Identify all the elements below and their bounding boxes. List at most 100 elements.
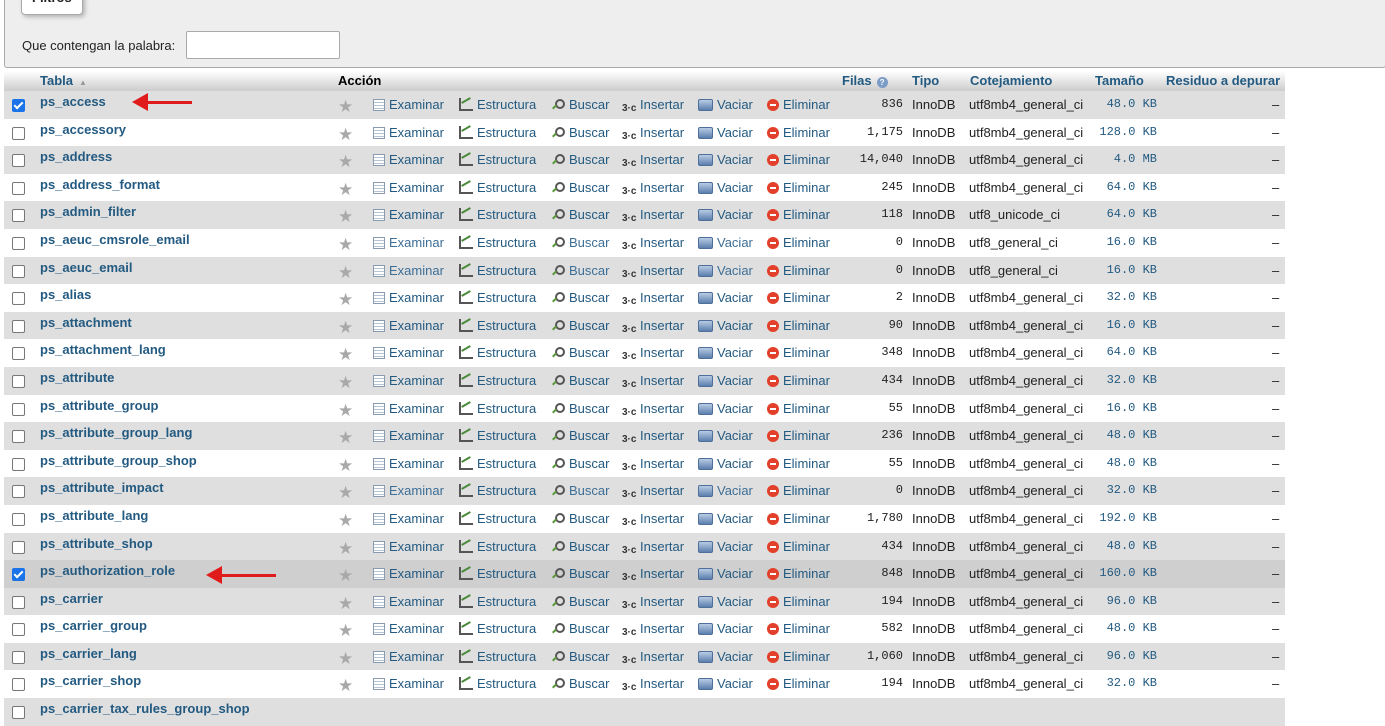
row-checkbox[interactable]: [12, 650, 25, 664]
insert-action[interactable]: 3·c Insertar: [622, 312, 684, 339]
table-name-link[interactable]: ps_attribute_group_shop: [40, 447, 197, 474]
drop-action[interactable]: Eliminar: [767, 643, 830, 670]
empty-action[interactable]: Vaciar: [698, 533, 753, 560]
drop-action[interactable]: Eliminar: [767, 615, 830, 642]
table-row[interactable]: ps_admin_filter ★ Examinar Estructura Buscar…: [4, 201, 1285, 229]
table-size[interactable]: 48.0 KB: [1094, 533, 1157, 560]
structure-action[interactable]: Estructura: [459, 91, 536, 118]
table-size[interactable]: 48.0 KB: [1094, 615, 1157, 642]
table-row[interactable]: ps_attribute ★ Examinar Estructura Buscar 3·c…: [4, 366, 1285, 395]
search-action[interactable]: Buscar: [551, 312, 609, 339]
favorite-star-icon[interactable]: ★: [338, 314, 353, 341]
empty-action[interactable]: Vaciar: [698, 119, 753, 146]
browse-action[interactable]: Examinar: [373, 450, 444, 477]
table-name-link[interactable]: ps_alias: [40, 281, 91, 308]
structure-action[interactable]: Estructura: [459, 174, 536, 201]
row-checkbox[interactable]: [12, 595, 25, 609]
empty-action[interactable]: Vaciar: [698, 339, 753, 366]
favorite-star-icon[interactable]: ★: [338, 286, 353, 313]
empty-action[interactable]: Vaciar: [698, 643, 753, 670]
insert-action[interactable]: 3·c Insertar: [622, 505, 684, 532]
insert-action[interactable]: 3·c Insertar: [622, 201, 684, 228]
browse-action[interactable]: Examinar: [373, 339, 444, 366]
drop-action[interactable]: Eliminar: [767, 505, 830, 532]
search-action[interactable]: Buscar: [551, 339, 609, 366]
structure-action[interactable]: Estructura: [459, 615, 536, 642]
table-row[interactable]: ps_attribute_group ★ Examinar Estructura Bus…: [4, 394, 1285, 423]
empty-action[interactable]: Vaciar: [698, 560, 753, 587]
row-checkbox[interactable]: [12, 154, 25, 168]
insert-action[interactable]: 3·c Insertar: [622, 91, 684, 118]
empty-action[interactable]: Vaciar: [698, 201, 753, 228]
insert-action[interactable]: 3·c Insertar: [622, 422, 684, 449]
help-icon[interactable]: ?: [876, 77, 888, 88]
table-name-link[interactable]: ps_attribute_shop: [40, 530, 153, 557]
browse-action[interactable]: Examinar: [373, 560, 444, 587]
favorite-star-icon[interactable]: ★: [338, 203, 353, 230]
search-action[interactable]: Buscar: [551, 643, 609, 670]
header-tipo[interactable]: Tipo: [912, 73, 939, 89]
drop-action[interactable]: Eliminar: [767, 670, 830, 697]
drop-action[interactable]: Eliminar: [767, 560, 830, 587]
empty-action[interactable]: Vaciar: [698, 477, 753, 504]
drop-action[interactable]: Eliminar: [767, 119, 830, 146]
favorite-star-icon[interactable]: ★: [338, 562, 353, 589]
table-name-link[interactable]: ps_carrier_shop: [40, 667, 141, 694]
table-name-link[interactable]: ps_carrier_group: [40, 612, 147, 639]
drop-action[interactable]: Eliminar: [767, 588, 830, 615]
row-checkbox[interactable]: [12, 706, 25, 720]
insert-action[interactable]: 3·c Insertar: [622, 588, 684, 615]
drop-action[interactable]: Eliminar: [767, 477, 830, 504]
row-checkbox[interactable]: [12, 292, 25, 306]
drop-action[interactable]: Eliminar: [767, 395, 830, 422]
row-checkbox[interactable]: [12, 540, 25, 554]
table-size[interactable]: 96.0 KB: [1094, 643, 1157, 670]
row-checkbox[interactable]: [12, 181, 25, 195]
table-name-link[interactable]: ps_authorization_role: [40, 557, 175, 584]
drop-action[interactable]: Eliminar: [767, 450, 830, 477]
favorite-star-icon[interactable]: ★: [338, 507, 353, 534]
empty-action[interactable]: Vaciar: [698, 615, 753, 642]
row-checkbox[interactable]: [12, 457, 25, 471]
drop-action[interactable]: Eliminar: [767, 174, 830, 201]
structure-action[interactable]: Estructura: [459, 670, 536, 697]
header-cotejamiento[interactable]: Cotejamiento: [970, 73, 1052, 89]
table-row[interactable]: ps_access ★ Examinar Estructura Buscar 3·c Ins…: [4, 91, 1285, 119]
table-size[interactable]: 96.0 KB: [1094, 588, 1157, 615]
empty-action[interactable]: Vaciar: [698, 367, 753, 394]
drop-action[interactable]: Eliminar: [767, 339, 830, 366]
header-residuo[interactable]: Residuo a depurar: [1166, 73, 1280, 89]
table-row[interactable]: ps_carrier ★ Examinar Estructura Buscar 3·c In…: [4, 587, 1285, 616]
table-name-link[interactable]: ps_accessory: [40, 116, 126, 143]
drop-action[interactable]: Eliminar: [767, 284, 830, 311]
search-action[interactable]: Buscar: [551, 588, 609, 615]
drop-action[interactable]: Eliminar: [767, 229, 830, 256]
search-action[interactable]: Buscar: [551, 119, 609, 146]
table-row[interactable]: ps_address_format ★ Examinar Estructura Busc…: [4, 173, 1285, 202]
empty-action[interactable]: Vaciar: [698, 395, 753, 422]
table-size[interactable]: 160.0 KB: [1094, 560, 1157, 587]
insert-action[interactable]: 3·c Insertar: [622, 533, 684, 560]
table-size[interactable]: 16.0 KB: [1094, 312, 1157, 339]
search-action[interactable]: Buscar: [551, 560, 609, 587]
drop-action[interactable]: Eliminar: [767, 533, 830, 560]
table-name-link[interactable]: ps_attribute_impact: [40, 474, 164, 501]
table-size[interactable]: 4.0 MB: [1094, 146, 1157, 173]
empty-action[interactable]: Vaciar: [698, 588, 753, 615]
structure-action[interactable]: Estructura: [459, 450, 536, 477]
search-action[interactable]: Buscar: [551, 229, 609, 256]
browse-action[interactable]: Examinar: [373, 670, 444, 697]
browse-action[interactable]: Examinar: [373, 229, 444, 256]
browse-action[interactable]: Examinar: [373, 477, 444, 504]
search-action[interactable]: Buscar: [551, 174, 609, 201]
table-name-link[interactable]: ps_carrier_lang: [40, 640, 137, 667]
empty-action[interactable]: Vaciar: [698, 450, 753, 477]
favorite-star-icon[interactable]: ★: [338, 121, 353, 148]
structure-action[interactable]: Estructura: [459, 367, 536, 394]
table-row[interactable]: ps_aeuc_email ★ Examinar Estructura Buscar 3·…: [4, 256, 1285, 285]
table-name-link[interactable]: ps_attachment: [40, 309, 132, 336]
favorite-star-icon[interactable]: ★: [338, 645, 353, 672]
favorite-star-icon[interactable]: ★: [338, 424, 353, 451]
row-checkbox[interactable]: [12, 568, 25, 582]
insert-action[interactable]: 3·c Insertar: [622, 174, 684, 201]
